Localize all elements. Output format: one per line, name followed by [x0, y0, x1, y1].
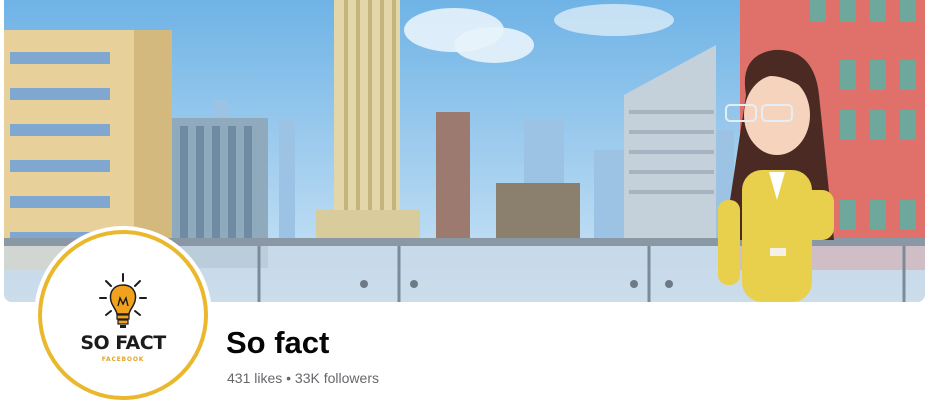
profile-picture[interactable]: SO FACT FACEBOOK [38, 230, 208, 400]
so-fact-logo: SO FACT FACEBOOK [42, 234, 204, 396]
page-stats[interactable]: 431 likes • 33K followers [227, 369, 379, 387]
logo-brand-text: SO FACT [80, 332, 166, 354]
lightbulb-icon [99, 273, 147, 328]
logo-tagline-text: FACEBOOK [101, 356, 145, 363]
page-title: So fact [226, 325, 330, 360]
